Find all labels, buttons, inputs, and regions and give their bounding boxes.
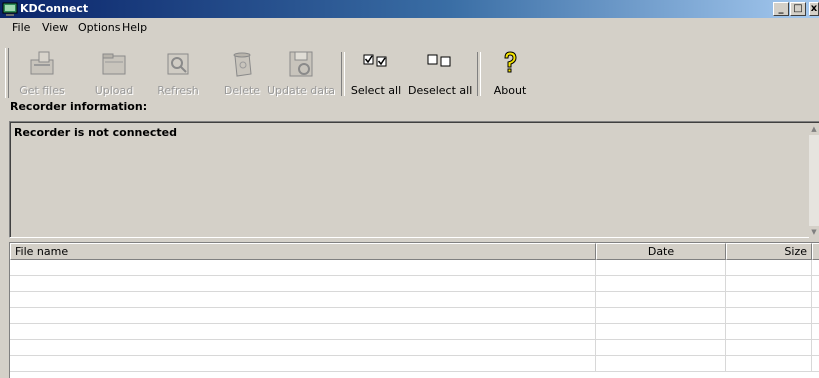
file-list-rows: [10, 260, 819, 372]
toolbar-separator: [477, 52, 481, 96]
toolbar-separator: [341, 52, 345, 96]
upload-icon: [102, 53, 126, 75]
select-all-label[interactable]: Select all: [348, 84, 404, 97]
table-row[interactable]: [10, 340, 819, 356]
window-title: KDConnect: [20, 2, 89, 15]
table-row[interactable]: [10, 276, 819, 292]
get-files-label: Get files: [19, 84, 65, 97]
minimize-button[interactable]: _: [773, 2, 789, 16]
column-filler: [812, 243, 819, 260]
upload-label: Upload: [94, 84, 134, 97]
select-all-icon: [363, 54, 387, 67]
toolbar: Get files Upload Refresh Delete Update d…: [0, 40, 819, 98]
recorder-info-panel: Recorder is not connected ▲ ▼: [9, 121, 819, 238]
file-list[interactable]: File name Date Size: [9, 242, 819, 378]
table-row[interactable]: [10, 260, 819, 276]
deselect-all-icon: [427, 54, 451, 67]
delete-icon: [233, 52, 252, 77]
refresh-icon: [167, 53, 189, 75]
deselect-all-button[interactable]: Deselect all: [408, 40, 472, 98]
column-size[interactable]: Size: [726, 243, 812, 260]
column-date[interactable]: Date: [596, 243, 726, 260]
menu-view[interactable]: View: [42, 21, 68, 34]
recorder-info-inner: Recorder is not connected ▲ ▼: [10, 122, 819, 238]
file-list-header: File name Date Size: [10, 243, 819, 260]
about-label: About: [493, 84, 527, 97]
title-bar: KDConnect _ □ x: [0, 0, 819, 18]
close-button[interactable]: x: [809, 2, 819, 16]
scroll-up-arrow-icon[interactable]: ▲: [809, 123, 819, 135]
about-icon: [504, 51, 517, 73]
update-data-label: Update data: [266, 84, 336, 97]
delete-label: Delete: [223, 84, 261, 97]
menu-options[interactable]: Options: [78, 21, 120, 34]
get-files-icon: [30, 51, 54, 75]
about-button[interactable]: About: [488, 40, 532, 98]
recorder-status-text: Recorder is not connected: [14, 126, 177, 139]
update-data-icon: [289, 51, 313, 77]
menu-help[interactable]: Help: [122, 21, 147, 34]
menu-file[interactable]: File: [12, 21, 30, 34]
info-scrollbar[interactable]: ▲ ▼: [809, 123, 819, 238]
select-all-button[interactable]: Select all: [348, 40, 404, 98]
column-file-name[interactable]: File name: [10, 243, 596, 260]
recorder-info-label: Recorder information:: [10, 100, 148, 113]
update-data-button[interactable]: Update data: [266, 40, 336, 98]
kdconnect-app-icon: [2, 2, 18, 16]
table-row[interactable]: [10, 356, 819, 372]
maximize-button[interactable]: □: [790, 2, 806, 16]
scroll-down-arrow-icon[interactable]: ▼: [809, 226, 819, 238]
table-row[interactable]: [10, 292, 819, 308]
upload-button[interactable]: Upload: [86, 40, 142, 98]
refresh-button[interactable]: Refresh: [150, 40, 206, 98]
menu-bar: File View Options Help: [0, 19, 819, 37]
delete-button[interactable]: Delete: [214, 40, 270, 98]
table-row[interactable]: [10, 324, 819, 340]
deselect-all-label: Deselect all: [408, 84, 473, 97]
get-files-button[interactable]: Get files: [14, 40, 70, 98]
table-row[interactable]: [10, 308, 819, 324]
refresh-label: Refresh: [157, 84, 199, 97]
